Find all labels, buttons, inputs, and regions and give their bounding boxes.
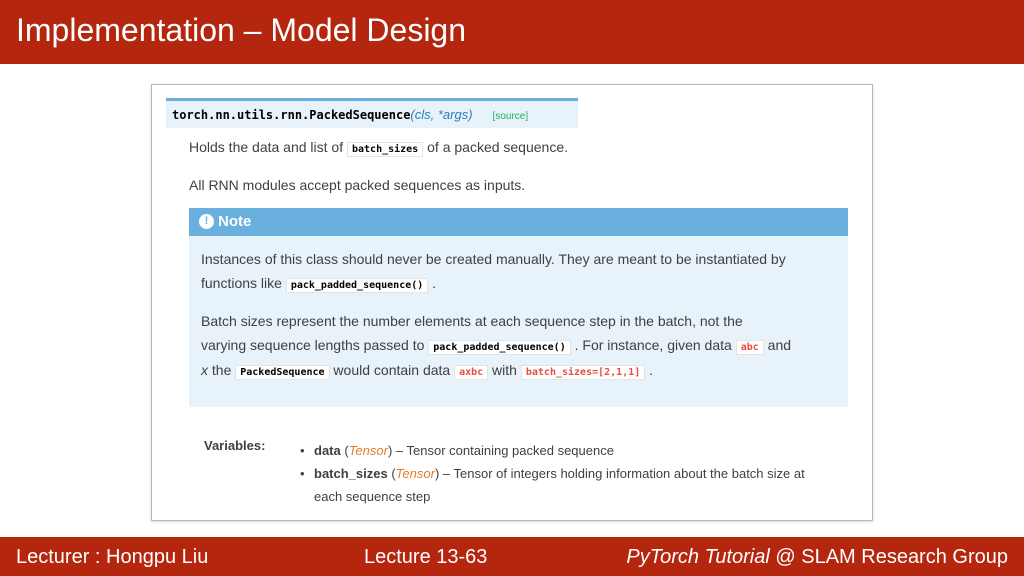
description-line-1: Holds the data and list of batch_sizes o… <box>189 139 569 157</box>
variable-data: • data (Tensor) – Tensor containing packe… <box>300 443 614 458</box>
note-header: ! Note <box>189 208 848 236</box>
type-link-tensor-2[interactable]: Tensor <box>396 466 435 481</box>
source-link[interactable]: [source] <box>493 111 529 122</box>
course-brand: PyTorch Tutorial @ SLAM Research Group <box>626 546 1008 568</box>
type-link-tensor[interactable]: Tensor <box>349 443 388 458</box>
code-axbc: axbc <box>454 365 489 380</box>
api-signature: torch.nn.utils.rnn.PackedSequence(cls, *… <box>166 98 578 128</box>
signature-name: torch.nn.utils.rnn.PackedSequence <box>172 108 411 122</box>
variables-label: Variables: <box>204 438 266 453</box>
note-p1-line1: Instances of this class should never be … <box>201 251 786 267</box>
variable-batch-sizes-cont: each sequence step <box>314 489 431 504</box>
code-abc: abc <box>735 340 764 355</box>
note-p2-line3: x the PackedSequence would contain data … <box>201 362 654 380</box>
code-batch-sizes: batch_sizes <box>347 142 424 157</box>
note-p1-line2: functions like pack_padded_sequence() . <box>201 275 437 293</box>
info-icon: ! <box>199 214 214 229</box>
slide-footer: Lecturer : Hongpu Liu Lecture 13-63 PyTo… <box>0 537 1024 576</box>
note-label: Note <box>218 213 252 230</box>
slide-title: Implementation – Model Design <box>16 12 467 48</box>
docs-screenshot: torch.nn.utils.rnn.PackedSequence(cls, *… <box>151 84 873 521</box>
variable-batch-sizes: • batch_sizes (Tensor) – Tensor of intege… <box>300 466 805 481</box>
code-pack-padded-2: pack_padded_sequence() <box>428 340 571 355</box>
slide-header: Implementation – Model Design <box>0 0 1024 64</box>
note-box: ! Note Instances of this class should ne… <box>189 208 848 407</box>
note-p2-line1: Batch sizes represent the number element… <box>201 313 743 329</box>
lecturer-name: Lecturer : Hongpu Liu <box>16 546 209 568</box>
description-line-2: All RNN modules accept packed sequences … <box>189 177 526 193</box>
note-p2-line2: varying sequence lengths passed to pack_… <box>201 337 792 355</box>
code-batch-sizes-value: batch_sizes=[2,1,1] <box>520 365 646 380</box>
code-pack-padded: pack_padded_sequence() <box>285 278 429 293</box>
lecture-number: Lecture 13-63 <box>364 546 488 568</box>
code-packed-sequence: PackedSequence <box>235 365 330 380</box>
signature-params: (cls, *args) <box>410 107 473 122</box>
